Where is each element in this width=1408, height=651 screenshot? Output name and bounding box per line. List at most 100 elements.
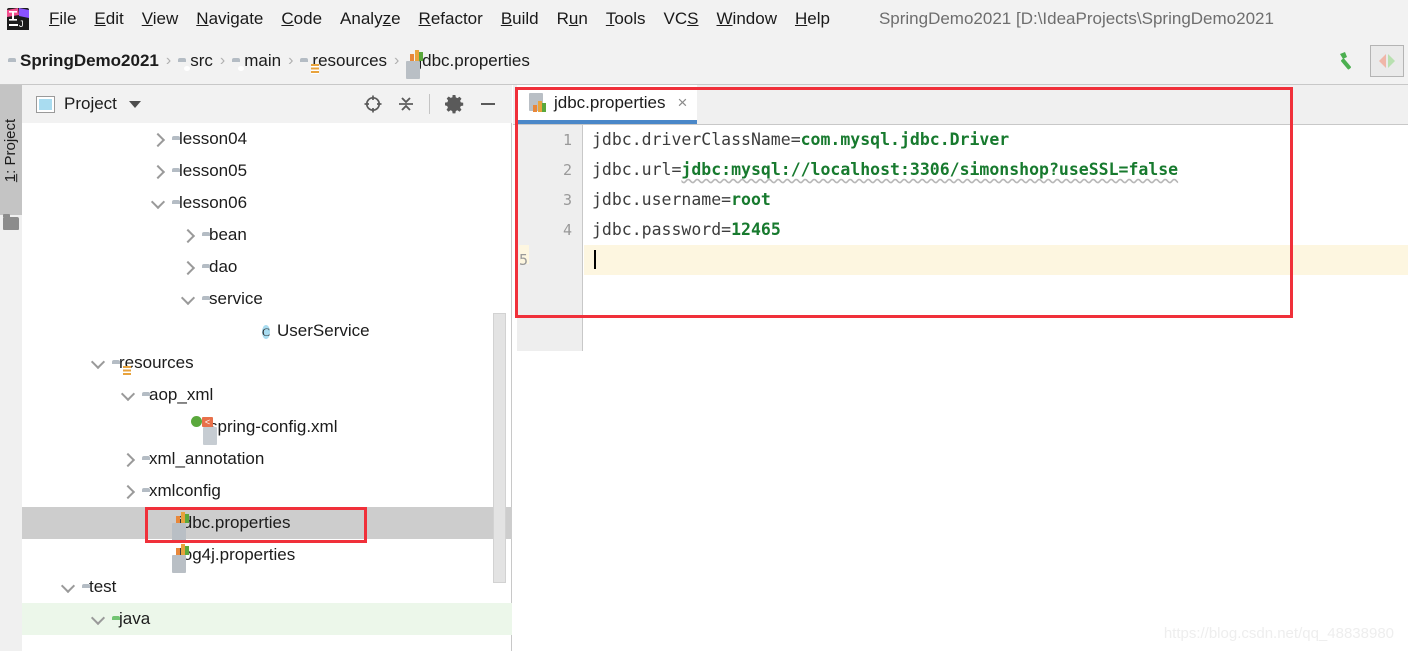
chevron-right-icon[interactable] [122, 485, 135, 498]
tree-node-lesson04[interactable]: lesson04 [22, 123, 512, 155]
menu-item-code[interactable]: Code [272, 7, 331, 31]
menu-item-vcs[interactable]: VCS [655, 7, 708, 31]
menu-item-refactor[interactable]: Refactor [410, 7, 492, 31]
close-icon[interactable]: × [678, 94, 688, 111]
breadcrumb-item-src[interactable]: src [178, 51, 213, 71]
tree-node-lesson06[interactable]: lesson06 [22, 187, 512, 219]
project-tab-label: 1: Project [2, 118, 20, 182]
tree-node-label: test [89, 577, 117, 596]
breadcrumb-separator: › [288, 52, 294, 69]
project-folder-icon [3, 214, 19, 230]
menu-item-analyze[interactable]: Analyze [331, 7, 410, 31]
chevron-right-icon[interactable] [152, 133, 165, 146]
chevron-down-icon[interactable] [122, 389, 135, 402]
tree-node-label: log4j.properties [179, 545, 296, 564]
menu-mnemonic: S [687, 9, 699, 28]
gutter-line-number: 3 [562, 191, 572, 209]
window-title: SpringDemo2021 [D:\IdeaProjects\SpringDe… [878, 9, 1274, 28]
hide-minimize-icon[interactable] [478, 94, 498, 114]
gutter-line-number: 4 [562, 221, 572, 239]
intellij-idea-logo-icon: J [6, 7, 30, 31]
project-tree-scrollbar[interactable] [493, 313, 506, 583]
code-line[interactable]: jdbc.driverClassName=com.mysql.jdbc.Driv… [584, 125, 1408, 155]
menu-item-file[interactable]: File [40, 7, 85, 31]
property-key: jdbc.driverClassName [592, 130, 791, 149]
code-line[interactable]: jdbc.username=root [584, 185, 1408, 215]
breadcrumb-item-springdemo2021[interactable]: SpringDemo2021 [8, 51, 159, 71]
menu-item-view[interactable]: View [133, 7, 188, 31]
gutter-line-number: 2 [562, 161, 572, 179]
code-line[interactable]: jdbc.password=12465 [584, 215, 1408, 245]
tree-node-bean[interactable]: bean [22, 219, 512, 251]
property-separator: = [721, 220, 732, 239]
tree-node-label: xml_annotation [149, 449, 265, 468]
chevron-down-icon[interactable] [62, 581, 75, 594]
project-tree[interactable]: lesson04 lesson05 lesson06 bean dao service C U… [22, 123, 512, 651]
text-caret [594, 250, 596, 269]
breadcrumb-item-resources[interactable]: resources [300, 51, 387, 71]
left-tool-window-strip: 1: Project [0, 85, 22, 651]
chevron-right-icon[interactable] [152, 165, 165, 178]
menu-mnemonic: H [794, 9, 808, 28]
navbar-actions [1330, 45, 1408, 77]
chevron-right-icon[interactable] [122, 453, 135, 466]
tree-node-label: aop_xml [149, 385, 214, 404]
gutter-line-number: 1 [562, 131, 572, 149]
chevron-right-icon[interactable] [182, 229, 195, 242]
tree-node-jdbc-properties[interactable]: jdbc.properties [22, 507, 512, 541]
tree-node-label: service [209, 289, 263, 308]
code-line[interactable] [584, 245, 1408, 275]
breadcrumb-label: SpringDemo2021 [20, 51, 159, 70]
tree-node-spring-config-xml[interactable]: < spring-config.xml [22, 411, 512, 445]
menu-item-window[interactable]: Window [708, 7, 786, 31]
tree-node-dao[interactable]: dao [22, 251, 512, 283]
editor-tab-jdbc-properties[interactable]: jdbc.properties × [517, 85, 698, 124]
navigate-arrows-button[interactable] [1370, 45, 1404, 77]
menu-item-navigate[interactable]: Navigate [187, 7, 272, 31]
watermark: https://blog.csdn.net/qq_48838980 [1163, 625, 1394, 642]
tree-node-xml-annotation[interactable]: xml_annotation [22, 443, 512, 475]
tree-node-aop-xml[interactable]: aop_xml [22, 379, 512, 411]
settings-gear-icon[interactable] [444, 94, 464, 114]
tree-node-service[interactable]: service [22, 283, 512, 315]
breadcrumb-item-main[interactable]: main [232, 51, 281, 71]
menu-item-build[interactable]: Build [492, 7, 548, 31]
breadcrumb-label: jdbc.properties [418, 51, 530, 70]
code-line[interactable]: jdbc.url=jdbc:mysql://localhost:3306/sim… [584, 155, 1408, 185]
project-panel-actions [363, 94, 504, 114]
tree-node-java[interactable]: java [22, 603, 512, 635]
tree-node-lesson05[interactable]: lesson05 [22, 155, 512, 187]
chevron-down-icon[interactable] [92, 613, 105, 626]
tree-node-test[interactable]: test [22, 571, 512, 603]
svg-text:J: J [19, 19, 24, 29]
tree-node-log4j-properties[interactable]: log4j.properties [22, 539, 512, 573]
chevron-down-icon[interactable] [152, 197, 165, 210]
collapse-all-icon[interactable] [397, 94, 415, 114]
chevron-right-icon[interactable] [182, 261, 195, 274]
project-window-icon [36, 95, 55, 113]
tree-node-userservice[interactable]: C UserService [22, 315, 512, 347]
editor-code-content[interactable]: jdbc.driverClassName=com.mysql.jdbc.Driv… [584, 125, 1408, 351]
chevron-down-icon[interactable] [92, 357, 105, 370]
menu-item-help[interactable]: Help [786, 7, 839, 31]
chevron-down-icon[interactable] [182, 293, 195, 306]
tree-node-resources[interactable]: resources [22, 347, 512, 379]
menu-mnemonic: F [49, 9, 60, 28]
tree-node-spacer [152, 517, 165, 530]
java-class-icon: C [262, 324, 271, 339]
tree-node-xmlconfig[interactable]: xmlconfig [22, 475, 512, 507]
breadcrumb-item-jdbc-properties[interactable]: jdbc.properties [406, 50, 530, 79]
menu-mnemonic: u [568, 9, 579, 28]
build-hammer-icon[interactable] [1330, 45, 1364, 77]
editor-gutter[interactable]: 1 2 3 4 5 [517, 125, 583, 351]
project-panel-title: Project [64, 94, 117, 113]
locate-target-icon[interactable] [363, 94, 383, 114]
breadcrumb-separator: › [394, 52, 400, 69]
chevron-down-icon[interactable] [128, 100, 141, 108]
menu-mnemonic: T [605, 9, 615, 28]
menu-item-run[interactable]: Run [548, 7, 597, 31]
menu-item-edit[interactable]: Edit [85, 7, 132, 31]
tree-node-label: lesson06 [179, 193, 248, 212]
menu-item-tools[interactable]: Tools [597, 7, 655, 31]
sidebar-item-project-tab[interactable]: 1: Project [0, 85, 22, 215]
